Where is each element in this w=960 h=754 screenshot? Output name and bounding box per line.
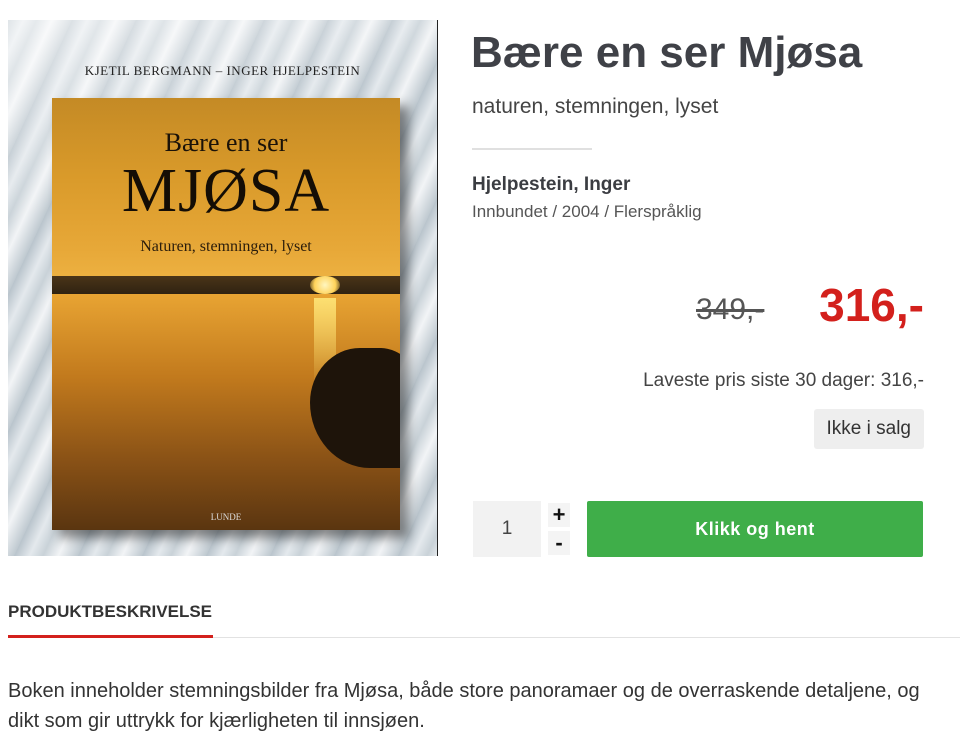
cover-authors: KJETIL BERGMANN – INGER HJELPESTEIN [84, 63, 361, 78]
active-tab-indicator [8, 635, 213, 638]
quantity-decrease-button[interactable]: - [548, 531, 570, 555]
cover-title-line2: MJØSA [121, 157, 331, 225]
lowest-price-note: Laveste pris siste 30 dager: 316,- [643, 370, 924, 391]
cover-artwork: Bære en ser MJØSA Naturen, stemningen, l… [52, 98, 400, 530]
product-title: Bære en ser Mjøsa [471, 28, 863, 77]
book-cover-image: KJETIL BERGMANN – INGER HJELPESTEIN Bære… [8, 20, 438, 556]
title-divider [472, 148, 592, 150]
quantity-increase-button[interactable]: + [548, 503, 570, 527]
cover-title-line1: Bære en ser [164, 128, 288, 157]
quantity-input[interactable] [473, 501, 541, 557]
sale-price: 316,- [819, 279, 924, 331]
product-description: Boken inneholder stemningsbilder fra Mjø… [8, 680, 920, 732]
old-price: 349,- [696, 293, 765, 326]
product-format: Innbundet / 2004 / Flerspråklig [472, 202, 702, 221]
product-author-link[interactable]: Hjelpestein, Inger [472, 174, 630, 196]
cover-sun [310, 276, 340, 294]
cover-subtitle: Naturen, stemningen, lyset [140, 238, 312, 255]
availability-badge: Ikke i salg [813, 409, 924, 449]
product-subtitle: naturen, stemningen, lyset [472, 95, 719, 118]
click-and-collect-button[interactable]: Klikk og hent [587, 501, 923, 557]
cover-publisher: LUNDE [210, 512, 242, 522]
tab-product-description[interactable]: PRODUKTBESKRIVELSE [8, 602, 212, 622]
